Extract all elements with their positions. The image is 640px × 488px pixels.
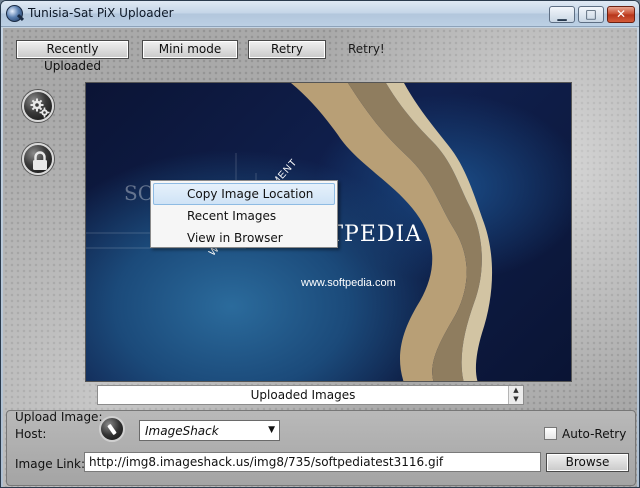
menu-item-copy-image-location[interactable]: Copy Image Location xyxy=(153,183,335,205)
auto-retry-checkbox[interactable] xyxy=(544,427,557,440)
lock-icon xyxy=(33,151,47,170)
close-button[interactable]: ✕ xyxy=(607,6,635,23)
chevron-down-icon: ▼ xyxy=(268,425,275,435)
auto-retry-label: Auto-Retry xyxy=(562,427,627,441)
maximize-button[interactable]: □ xyxy=(578,6,604,23)
menu-item-view-in-browser[interactable]: View in Browser xyxy=(153,227,335,249)
image-link-field[interactable]: http://img8.imageshack.us/img8/735/softp… xyxy=(84,452,541,472)
uploaded-images-label: Uploaded Images xyxy=(250,388,356,402)
minimize-button[interactable]: ▁ xyxy=(549,6,575,23)
spin-up-button[interactable]: ▲ xyxy=(509,386,523,395)
watermark-url: www.softpedia.com xyxy=(301,277,396,289)
spin-down-button[interactable]: ▼ xyxy=(509,395,523,404)
retry-status-text: Retry! xyxy=(348,42,385,56)
title-bar[interactable]: Tunisia-Sat PiX Uploader ▁ □ ✕ xyxy=(1,1,639,27)
retry-button[interactable]: Retry xyxy=(248,40,326,59)
host-dropdown-value: ImageShack xyxy=(145,424,219,438)
main-panel: Recently Uploaded Mini mode Retry Retry! xyxy=(3,28,637,487)
recently-uploaded-button[interactable]: Recently Uploaded xyxy=(16,40,129,73)
context-menu: Copy Image Location Recent Images View i… xyxy=(150,180,338,248)
host-dropdown[interactable]: ImageShack ▼ xyxy=(139,420,280,441)
image-link-label: Image Link: xyxy=(15,457,86,471)
app-globe-icon xyxy=(6,5,23,22)
host-label: Host: xyxy=(15,427,47,441)
gear-icon xyxy=(30,98,50,118)
upload-image-heading: Upload Image: xyxy=(15,410,103,424)
window-title: Tunisia-Sat PiX Uploader xyxy=(28,6,174,20)
host-settings-icon[interactable] xyxy=(99,416,125,442)
mini-mode-button[interactable]: Mini mode xyxy=(142,40,238,59)
uploaded-images-list[interactable]: Uploaded Images ▲ ▼ xyxy=(97,385,524,405)
uploaded-images-spinner: ▲ ▼ xyxy=(508,386,523,404)
settings-button[interactable] xyxy=(22,90,54,122)
menu-item-recent-images[interactable]: Recent Images xyxy=(153,205,335,227)
lock-button[interactable] xyxy=(22,143,54,175)
browse-button[interactable]: Browse xyxy=(546,453,629,472)
app-window: Tunisia-Sat PiX Uploader ▁ □ ✕ Recently … xyxy=(0,0,640,488)
